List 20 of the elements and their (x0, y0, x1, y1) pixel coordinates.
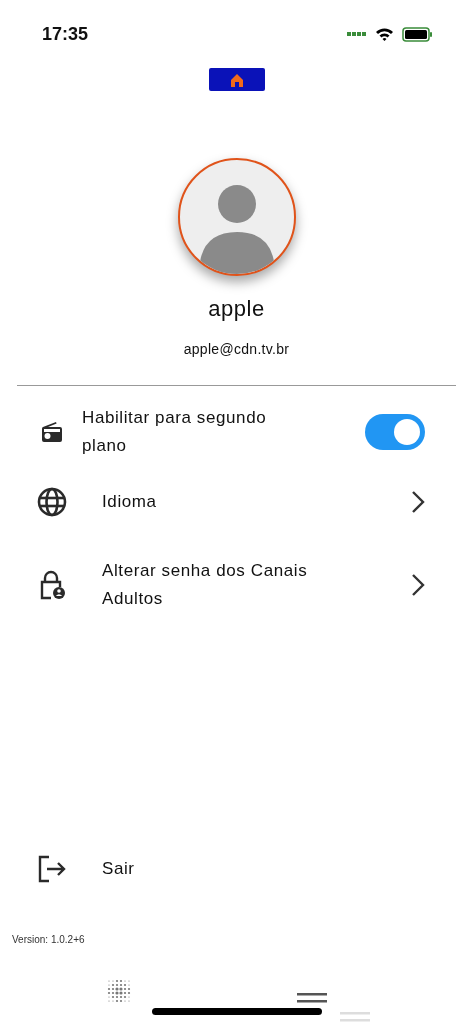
toggle-switch[interactable] (365, 414, 425, 450)
setting-label: Habilitar para segundo plano (81, 407, 268, 457)
logout-button[interactable]: Sair (68, 855, 135, 883)
chevron-icon[interactable] (411, 573, 425, 598)
clock-time: 17:35 (42, 22, 89, 46)
user-email: apple@cdn.tv.br (183, 340, 290, 359)
menu-icon[interactable] (297, 992, 327, 1004)
setting-label: Alterar senha dos Canais Adultos (101, 560, 309, 610)
radio-icon (40, 420, 64, 444)
grid-icon[interactable] (107, 979, 131, 1003)
signal-icon (347, 31, 367, 37)
user-name: apple (208, 295, 265, 323)
logout-icon (37, 855, 67, 883)
wifi-icon (375, 27, 394, 41)
setting-label: Idioma (101, 491, 157, 513)
version-text: Version: 1.0.2+6 (12, 933, 85, 947)
chevron-icon[interactable] (411, 490, 425, 515)
battery-icon (402, 26, 433, 42)
logo-icon (208, 68, 265, 91)
globe-icon (37, 487, 67, 517)
